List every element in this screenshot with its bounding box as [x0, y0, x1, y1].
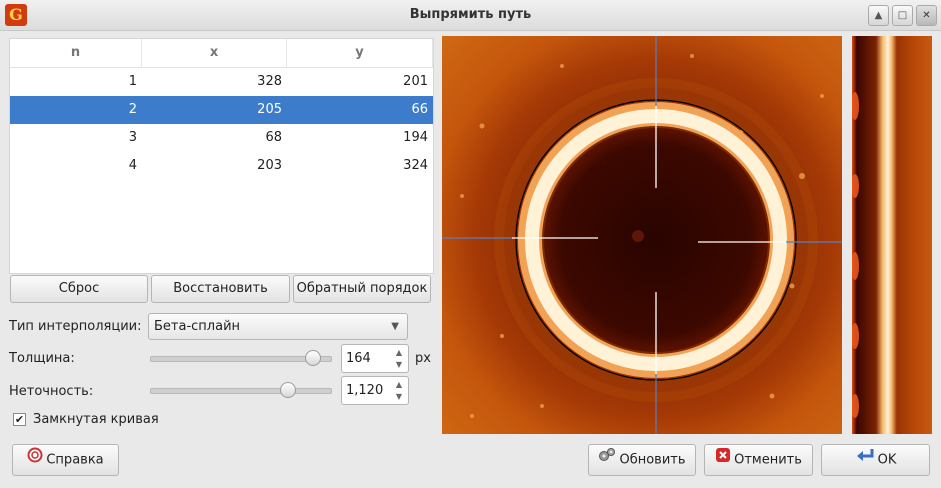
closed-curve-label: Замкнутая кривая: [33, 412, 159, 427]
data-image-preview[interactable]: [442, 36, 842, 434]
spin-down-icon[interactable]: ▼: [392, 358, 406, 371]
cell-y: 201: [403, 74, 428, 89]
lifebuoy-icon: [27, 445, 43, 475]
column-header-x[interactable]: x: [142, 39, 288, 67]
slackness-slider[interactable]: [150, 388, 332, 394]
reset-button[interactable]: Сброс: [10, 275, 148, 303]
help-button[interactable]: Справка: [12, 444, 119, 476]
thickness-slider-handle[interactable]: [305, 350, 321, 366]
straightened-strip-preview: [852, 36, 932, 434]
cell-n: 3: [128, 130, 137, 145]
reverse-order-button[interactable]: Обратный порядок: [293, 275, 431, 303]
closed-curve-checkbox[interactable]: ✔: [13, 413, 26, 426]
table-row[interactable]: 1 328 201: [10, 68, 433, 96]
column-header-y[interactable]: y: [287, 39, 433, 67]
ok-button-label: OK: [877, 452, 897, 468]
slackness-value: 1,120: [346, 383, 384, 398]
update-button-label: Обновить: [619, 452, 686, 468]
spin-down-icon[interactable]: ▼: [392, 390, 406, 403]
return-arrow-icon: [855, 445, 875, 475]
cell-n: 1: [128, 74, 137, 89]
chevron-down-icon: ▼: [391, 321, 399, 332]
maximize-icon[interactable]: □: [892, 5, 913, 26]
cell-x: 328: [257, 74, 282, 89]
cancel-button[interactable]: Отменить: [704, 444, 813, 476]
cell-x: 68: [265, 130, 282, 145]
slackness-spinbox[interactable]: 1,120 ▲ ▼: [341, 376, 409, 405]
roll-up-icon[interactable]: ▲: [868, 5, 889, 26]
cell-n: 4: [128, 158, 137, 173]
cell-y: 66: [411, 102, 428, 117]
interpolation-label: Тип интерполяции:: [9, 319, 142, 334]
cell-x: 205: [257, 102, 282, 117]
slackness-label: Неточность:: [9, 384, 94, 399]
cancel-button-label: Отменить: [734, 452, 802, 468]
cell-n: 2: [128, 102, 137, 117]
slackness-slider-handle[interactable]: [279, 382, 296, 398]
points-table: n x y 1 328 201 2 205 66 3 68 194 4 203 …: [9, 38, 434, 274]
title-bar: G Выпрямить путь ▲ □ ✕: [0, 0, 941, 31]
table-header: n x y: [10, 39, 433, 68]
update-button[interactable]: Обновить: [588, 444, 696, 476]
thickness-value: 164: [346, 351, 371, 366]
thickness-unit: px: [415, 351, 431, 366]
table-row[interactable]: 3 68 194: [10, 124, 433, 152]
column-header-n[interactable]: n: [10, 39, 143, 67]
table-row-selected[interactable]: 2 205 66: [10, 96, 433, 124]
table-row[interactable]: 4 203 324: [10, 152, 433, 180]
interpolation-select[interactable]: Бета-сплайн ▼: [148, 313, 408, 340]
gears-icon: [598, 445, 616, 475]
ok-button[interactable]: OK: [821, 444, 930, 476]
cell-y: 194: [403, 130, 428, 145]
interpolation-value: Бета-сплайн: [154, 319, 241, 334]
restore-button[interactable]: Восстановить: [151, 275, 290, 303]
thickness-spinbox[interactable]: 164 ▲ ▼: [341, 344, 409, 373]
cancel-icon: [715, 445, 731, 475]
cell-x: 203: [257, 158, 282, 173]
close-icon[interactable]: ✕: [916, 5, 937, 26]
help-button-label: Справка: [46, 452, 104, 468]
cell-y: 324: [403, 158, 428, 173]
thickness-label: Толщина:: [9, 351, 75, 366]
window-title: Выпрямить путь: [409, 7, 532, 22]
